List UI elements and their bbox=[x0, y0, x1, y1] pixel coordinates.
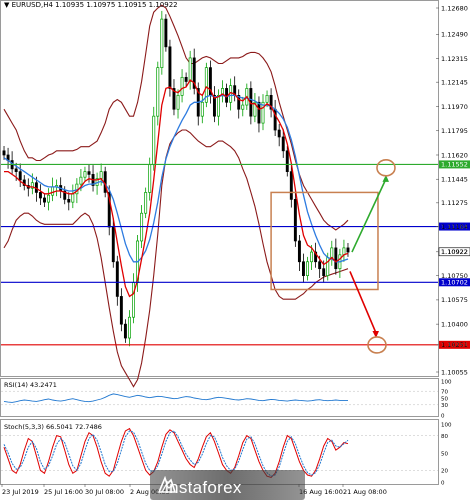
rsi-tick-label: 50 bbox=[441, 396, 448, 402]
price-tick-label: 1.10400 bbox=[441, 320, 468, 328]
candle-body bbox=[156, 67, 160, 117]
stoch-tick-label: 20 bbox=[441, 469, 448, 475]
candle-body bbox=[123, 323, 127, 339]
candle-body bbox=[87, 171, 91, 175]
chart-canvas: 1.115521.111041.109221.107021.10251 1.12… bbox=[0, 0, 470, 496]
price-axis: 1.12680 1.12490 1.12315 1.12145 1.11970 1.117… bbox=[436, 4, 468, 376]
candle-body bbox=[289, 171, 293, 200]
price-tick-label: 1.12490 bbox=[441, 31, 468, 39]
candle-body bbox=[132, 282, 135, 318]
candle-body bbox=[241, 104, 245, 110]
candle-body bbox=[164, 18, 168, 48]
candle-body bbox=[2, 150, 6, 156]
stoch-tick-label: 50 bbox=[441, 451, 448, 457]
candle-body bbox=[200, 101, 204, 117]
price-tick-label: 1.11104 bbox=[441, 223, 468, 231]
candle-body bbox=[188, 57, 192, 82]
rsi-tick-label: 100 bbox=[441, 379, 452, 385]
candle-body bbox=[99, 171, 103, 179]
price-tick-label: 1.11275 bbox=[441, 199, 468, 207]
chart-root: 1.11552 1.11104 1.10922 1.10702 1.10251 1.12… bbox=[0, 0, 470, 500]
candle-body bbox=[83, 171, 87, 178]
candle-body bbox=[281, 136, 285, 152]
candle-body bbox=[176, 95, 180, 110]
candle-body bbox=[334, 247, 338, 270]
candle-body bbox=[285, 150, 289, 172]
time-tick-label: 30 Jul 08:00 bbox=[85, 488, 124, 496]
main-panel-frame bbox=[0, 0, 439, 377]
price-tick-label: 1.10251 bbox=[441, 341, 468, 349]
rsi-tick-label: 70 bbox=[441, 390, 448, 396]
header-marker-icon: ▼ bbox=[4, 1, 10, 9]
price-tick-label: 1.10055 bbox=[441, 368, 468, 376]
candle-body bbox=[257, 101, 261, 124]
candle-body bbox=[342, 247, 346, 256]
candle-body bbox=[144, 192, 148, 214]
candle-body bbox=[277, 129, 281, 138]
price-tick-label: 1.11795 bbox=[441, 127, 468, 135]
time-tick-label: 16 Aug 16:00 bbox=[299, 488, 343, 496]
candle-body bbox=[184, 76, 188, 82]
symbol-header: ▼ EURUSD,H4 1.10935 1.10975 1.10915 1.10… bbox=[4, 1, 178, 9]
candle-body bbox=[297, 240, 301, 263]
candle-body bbox=[18, 171, 22, 181]
price-tick-label: 1.12145 bbox=[441, 78, 468, 86]
candle-body bbox=[180, 76, 184, 96]
watermark-text: instaforex bbox=[165, 478, 242, 497]
stoch-tick-label: 0 bbox=[441, 480, 445, 486]
symbol-label: EURUSD,H4 1.10935 1.10975 1.10915 1.1092… bbox=[11, 1, 178, 9]
candle-body bbox=[322, 268, 326, 276]
candle-body bbox=[148, 164, 152, 193]
candle-body bbox=[67, 199, 71, 203]
candle-body bbox=[152, 115, 156, 166]
time-tick-label: 21 Aug 08:00 bbox=[343, 488, 387, 496]
stoch-title: Stoch(5,3,3) 66.5041 72.7486 bbox=[4, 423, 102, 431]
candle-body bbox=[43, 197, 46, 203]
candle-body bbox=[306, 261, 309, 276]
rsi-title: RSI(14) 43.2471 bbox=[4, 381, 57, 389]
price-tick-label: 1.11445 bbox=[441, 176, 468, 184]
candle-body bbox=[119, 296, 123, 325]
candle-body bbox=[115, 261, 119, 297]
candle-body bbox=[47, 194, 50, 203]
rsi-tick-label: 30 bbox=[441, 403, 448, 409]
candle-body bbox=[160, 18, 164, 68]
candle-body bbox=[346, 247, 350, 253]
level-tag-label: 1.11552 bbox=[441, 161, 468, 169]
candle-body bbox=[140, 212, 144, 242]
candle-body bbox=[168, 46, 172, 89]
candle-body bbox=[51, 186, 55, 196]
time-tick-label: 23 Jul 2019 bbox=[2, 488, 39, 496]
candle-body bbox=[217, 95, 220, 117]
price-tick-label: 1.10575 bbox=[441, 296, 468, 304]
price-tick-label: 1.10750 bbox=[441, 272, 468, 280]
candle-body bbox=[79, 176, 83, 185]
rsi-tick-label: 0 bbox=[441, 413, 445, 419]
price-tick-label: 1.11620 bbox=[441, 151, 468, 159]
candle-body bbox=[302, 261, 305, 276]
stoch-tick-label: 80 bbox=[441, 434, 448, 440]
candle-body bbox=[330, 247, 334, 258]
candle-body bbox=[14, 168, 18, 172]
candle-body bbox=[318, 261, 322, 270]
candle-body bbox=[310, 251, 314, 263]
candle-body bbox=[128, 316, 131, 339]
price-tick-label: 1.10922 bbox=[441, 248, 468, 256]
candle-body bbox=[293, 199, 297, 242]
price-tick-label: 1.12315 bbox=[441, 55, 468, 63]
candle-body bbox=[111, 226, 115, 263]
candle-body bbox=[71, 193, 75, 203]
stoch-tick-label: 100 bbox=[441, 422, 452, 428]
price-tick-label: 1.12680 bbox=[441, 4, 468, 12]
time-tick-label: 25 Jul 16:00 bbox=[44, 488, 83, 496]
price-tick-label: 1.11970 bbox=[441, 103, 468, 111]
candle-body bbox=[38, 192, 42, 199]
candle-body bbox=[265, 95, 269, 103]
